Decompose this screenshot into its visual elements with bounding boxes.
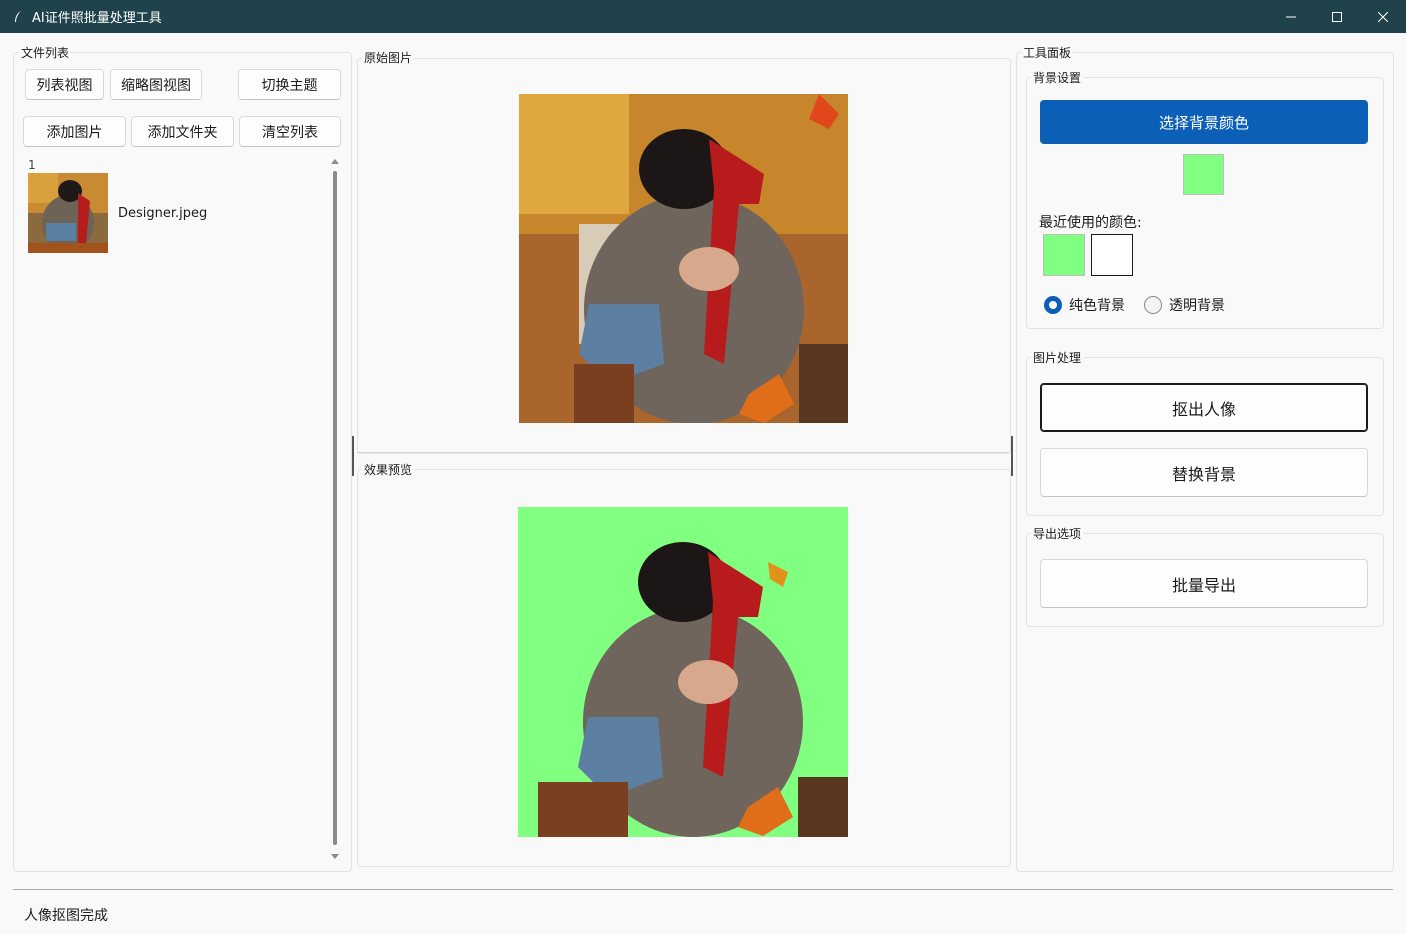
maximize-button[interactable] bbox=[1314, 0, 1360, 33]
status-divider bbox=[13, 889, 1393, 890]
result-preview-title: 效果预览 bbox=[362, 461, 415, 478]
background-settings-title: 背景设置 bbox=[1031, 69, 1084, 86]
original-image bbox=[519, 94, 848, 423]
add-image-button[interactable]: 添加图片 bbox=[23, 116, 126, 147]
radio-transparent-label: 透明背景 bbox=[1169, 298, 1225, 314]
list-item[interactable]: Designer.jpeg bbox=[28, 173, 207, 253]
export-options-title: 导出选项 bbox=[1031, 525, 1084, 542]
splitter-handle-right[interactable] bbox=[1011, 436, 1013, 476]
recent-color-swatch[interactable] bbox=[1043, 234, 1085, 276]
tools-title: 工具面板 bbox=[1021, 44, 1074, 61]
client-area: 文件列表 列表视图 缩略图视图 切换主题 添加图片 添加文件夹 清空列表 1 D… bbox=[0, 33, 1406, 934]
image-processing-title: 图片处理 bbox=[1031, 349, 1084, 366]
clear-list-button[interactable]: 清空列表 bbox=[239, 116, 341, 147]
original-image-title: 原始图片 bbox=[362, 49, 415, 66]
scroll-down-arrow[interactable] bbox=[331, 849, 339, 859]
switch-theme-button[interactable]: 切换主题 bbox=[238, 69, 341, 100]
radio-unselected-icon bbox=[1144, 296, 1162, 314]
image-thumbnail bbox=[28, 173, 108, 253]
file-list[interactable]: 1 Designer.jpeg bbox=[22, 155, 342, 861]
radio-solid-background[interactable]: 纯色背景 bbox=[1044, 295, 1125, 315]
add-folder-button[interactable]: 添加文件夹 bbox=[131, 116, 234, 147]
radio-transparent-background[interactable]: 透明背景 bbox=[1144, 295, 1225, 315]
cutout-portrait-button[interactable]: 抠出人像 bbox=[1040, 383, 1368, 432]
result-image bbox=[518, 507, 848, 837]
splitter-line[interactable] bbox=[357, 452, 1009, 453]
replace-background-button[interactable]: 替换背景 bbox=[1040, 448, 1368, 497]
status-text: 人像抠图完成 bbox=[24, 908, 108, 924]
recent-color-swatch[interactable] bbox=[1091, 234, 1133, 276]
splitter-handle-left[interactable] bbox=[352, 436, 354, 476]
file-list-title: 文件列表 bbox=[19, 44, 72, 61]
radio-selected-icon bbox=[1044, 296, 1062, 314]
item-index: 1 bbox=[28, 158, 36, 172]
radio-solid-label: 纯色背景 bbox=[1069, 298, 1125, 314]
window-title: AI证件照批量处理工具 bbox=[32, 11, 162, 26]
file-name: Designer.jpeg bbox=[118, 205, 208, 221]
scroll-up-arrow[interactable] bbox=[331, 155, 339, 165]
current-color-swatch[interactable] bbox=[1183, 154, 1224, 195]
choose-background-color-button[interactable]: 选择背景颜色 bbox=[1040, 100, 1368, 144]
title-bar: AI证件照批量处理工具 bbox=[0, 0, 1406, 33]
list-view-button[interactable]: 列表视图 bbox=[25, 69, 104, 100]
file-list-scrollbar[interactable] bbox=[331, 155, 339, 861]
thumbnail-view-button[interactable]: 缩略图视图 bbox=[110, 69, 202, 100]
scroll-thumb[interactable] bbox=[333, 171, 337, 845]
close-button[interactable] bbox=[1360, 0, 1406, 33]
batch-export-button[interactable]: 批量导出 bbox=[1040, 559, 1368, 608]
feather-icon bbox=[10, 9, 26, 25]
recent-colors-label: 最近使用的颜色: bbox=[1039, 215, 1142, 231]
minimize-button[interactable] bbox=[1268, 0, 1314, 33]
